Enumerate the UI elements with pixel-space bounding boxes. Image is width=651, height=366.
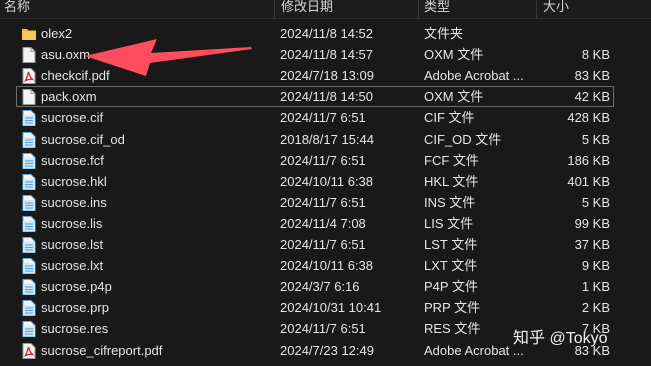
red-arrow-annotation (85, 39, 252, 76)
watermark: 知乎 @Tokyo (513, 330, 608, 347)
